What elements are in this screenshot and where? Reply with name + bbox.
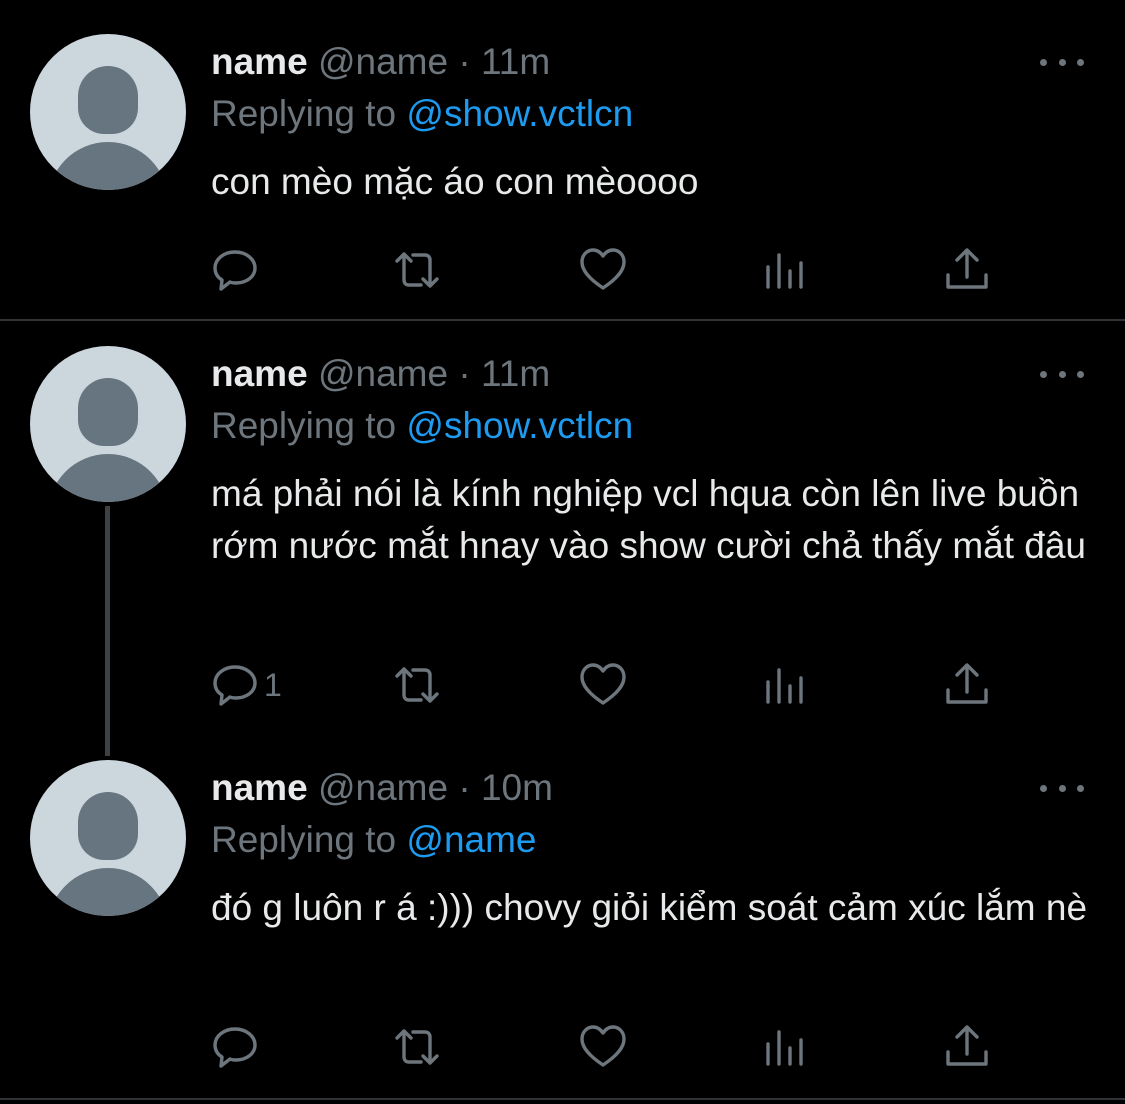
- retweet-button[interactable]: [392, 1022, 442, 1072]
- share-button[interactable]: [942, 1022, 992, 1072]
- mention-link[interactable]: @name: [406, 819, 536, 860]
- more-dot: [1058, 58, 1066, 66]
- display-name[interactable]: name: [211, 41, 308, 82]
- avatar[interactable]: [30, 34, 186, 190]
- replying-to: Replying to @show.vctlcn: [211, 404, 633, 448]
- share-icon: [946, 1025, 988, 1066]
- replying-label: Replying to: [211, 93, 397, 134]
- retweet-icon: [395, 252, 439, 288]
- replying-to: Replying to @show.vctlcn: [211, 92, 633, 136]
- timestamp[interactable]: 11m: [481, 353, 550, 394]
- replying-label: Replying to: [211, 819, 397, 860]
- tweet-header: name @name · 11m: [211, 352, 550, 396]
- like-button[interactable]: [578, 1022, 628, 1072]
- reply-button[interactable]: [210, 245, 264, 295]
- handle[interactable]: @name: [318, 767, 448, 808]
- tweet-text: đó g luôn r á :))) chovy giỏi kiểm soát …: [211, 887, 1088, 928]
- timestamp[interactable]: 11m: [481, 41, 550, 82]
- avatar-shoulders: [48, 142, 168, 190]
- more-dot: [1040, 58, 1047, 66]
- more-dot: [1077, 370, 1084, 378]
- more-dot: [1040, 370, 1047, 378]
- retweet-icon: [395, 667, 439, 703]
- reply-button[interactable]: 1: [210, 660, 282, 710]
- tweet-actions: [210, 245, 1010, 295]
- display-name[interactable]: name: [211, 353, 308, 394]
- retweet-icon: [395, 1029, 439, 1065]
- avatar-head: [78, 378, 138, 446]
- analytics-icon: [766, 1030, 803, 1066]
- divider: [0, 1098, 1125, 1100]
- retweet-button[interactable]: [392, 245, 442, 295]
- reply-icon: [213, 250, 257, 291]
- thread-connector-line: [105, 506, 110, 756]
- analytics-button[interactable]: [760, 1022, 810, 1072]
- tweet-actions: 1: [210, 660, 1010, 710]
- reply-icon: [213, 665, 257, 706]
- replying-label: Replying to: [211, 405, 397, 446]
- separator: ·: [458, 41, 471, 82]
- more-icon[interactable]: [1040, 364, 1084, 384]
- reply-count: 1: [264, 666, 282, 703]
- heart-icon: [580, 248, 626, 290]
- avatar[interactable]: [30, 346, 186, 502]
- tweet-header: name @name · 10m: [211, 766, 553, 810]
- tweet-actions: [210, 1022, 1010, 1072]
- avatar-head: [78, 66, 138, 134]
- analytics-icon: [766, 253, 803, 289]
- tweet-text: con mèo mặc áo con mèoooo: [211, 161, 699, 202]
- divider: [0, 319, 1125, 321]
- analytics-button[interactable]: [760, 660, 810, 710]
- timestamp[interactable]: 10m: [481, 767, 553, 808]
- handle[interactable]: @name: [318, 353, 448, 394]
- separator: ·: [458, 767, 471, 808]
- reply-icon: [213, 1027, 257, 1068]
- mention-link[interactable]: @show.vctlcn: [406, 93, 633, 134]
- analytics-button[interactable]: [760, 245, 810, 295]
- more-icon[interactable]: [1040, 52, 1084, 72]
- retweet-button[interactable]: [392, 660, 442, 710]
- share-button[interactable]: [942, 245, 992, 295]
- heart-icon: [580, 1025, 626, 1067]
- avatar-shoulders: [48, 454, 168, 502]
- share-icon: [946, 663, 988, 704]
- like-button[interactable]: [578, 245, 628, 295]
- more-dot: [1077, 58, 1084, 66]
- avatar[interactable]: [30, 760, 186, 916]
- more-dot: [1040, 784, 1047, 792]
- analytics-icon: [766, 668, 803, 704]
- avatar-head: [78, 792, 138, 860]
- replying-to: Replying to @name: [211, 818, 537, 862]
- mention-link[interactable]: @show.vctlcn: [406, 405, 633, 446]
- heart-icon: [580, 663, 626, 705]
- more-dot: [1077, 784, 1084, 792]
- separator: ·: [458, 353, 471, 394]
- like-button[interactable]: [578, 660, 628, 710]
- reply-button[interactable]: [210, 1022, 264, 1072]
- tweet-header: name @name · 11m: [211, 40, 550, 84]
- more-dot: [1058, 784, 1066, 792]
- avatar-shoulders: [48, 868, 168, 916]
- more-icon[interactable]: [1040, 778, 1084, 798]
- share-icon: [946, 248, 988, 289]
- share-button[interactable]: [942, 660, 992, 710]
- display-name[interactable]: name: [211, 767, 308, 808]
- tweet-text: má phải nói là kính nghiệp vcl hqua còn …: [211, 473, 1087, 566]
- more-dot: [1058, 370, 1066, 378]
- handle[interactable]: @name: [318, 41, 448, 82]
